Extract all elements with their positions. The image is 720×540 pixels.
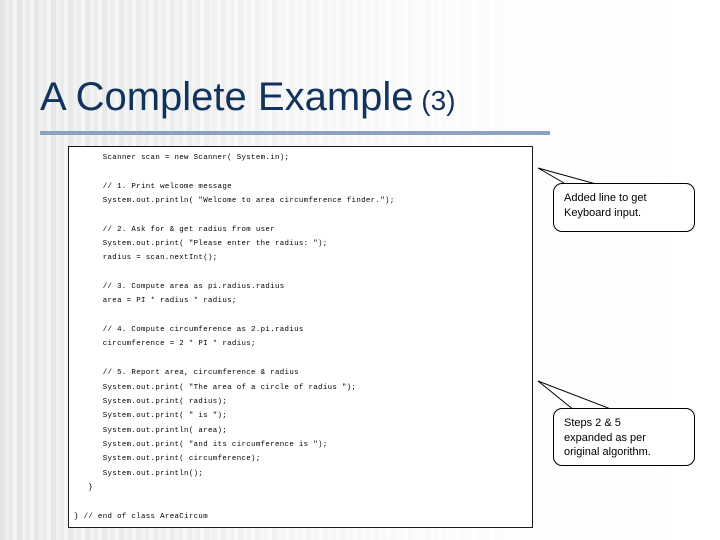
page-title: A Complete Example (3) xyxy=(40,74,680,124)
title-area: A Complete Example (3) xyxy=(40,74,680,124)
code-line: area = PI * radius * radius; xyxy=(74,297,237,306)
slide-canvas: A Complete Example (3) Scanner scan = ne… xyxy=(0,0,720,540)
callout-steps-expanded: Steps 2 & 5 expanded as per original alg… xyxy=(535,378,710,470)
callout-added-line: Added line to get Keyboard input. xyxy=(535,165,710,237)
code-line: Scanner scan = new Scanner( System.in); xyxy=(74,154,290,162)
code-line: System.out.println(); xyxy=(74,469,204,478)
code-line: // 5. Report area, circumference & radiu… xyxy=(74,369,299,378)
code-line: circumference = 2 * PI * radius; xyxy=(74,340,256,349)
title-underline-rule xyxy=(40,131,550,135)
code-line: System.out.print( "Please enter the radi… xyxy=(74,240,328,249)
callout-line: Steps 2 & 5 xyxy=(564,417,621,429)
page-title-suffix: (3) xyxy=(421,85,456,116)
code-line: } xyxy=(74,483,94,492)
callout-bubble: Added line to get Keyboard input. xyxy=(553,183,695,232)
code-line: System.out.print( circumference); xyxy=(74,455,261,464)
callout-bubble: Steps 2 & 5 expanded as per original alg… xyxy=(553,408,695,466)
code-line: System.out.println( "Welcome to area cir… xyxy=(74,197,395,206)
code-line: } // end of class AreaCircum xyxy=(74,512,208,521)
code-line: radius = scan.nextInt(); xyxy=(74,254,218,263)
code-listing-lines: Scanner scan = new Scanner( System.in); … xyxy=(74,151,530,524)
callout-line: original algorithm. xyxy=(564,446,651,458)
code-line: System.out.println( area); xyxy=(74,426,228,435)
code-line: System.out.print( "The area of a circle … xyxy=(74,383,357,392)
callout-line: Keyboard input. xyxy=(564,206,642,219)
code-line: System.out.print( " is "); xyxy=(74,412,228,421)
code-line: // 4. Compute circumference as 2.pi.radi… xyxy=(74,326,304,335)
code-line: System.out.print( radius); xyxy=(74,397,228,406)
callout-line: Added line to get xyxy=(564,192,647,204)
code-line: // 3. Compute area as pi.radius.radius xyxy=(74,283,285,292)
callout-line: expanded as per xyxy=(564,431,646,444)
code-line: System.out.print( "and its circumference… xyxy=(74,440,328,449)
code-listing-box: Scanner scan = new Scanner( System.in); … xyxy=(68,146,533,528)
page-title-main: A Complete Example xyxy=(40,75,414,119)
code-line: // 2. Ask for & get radius from user xyxy=(74,225,275,234)
code-line: // 1. Print welcome message xyxy=(74,182,232,191)
